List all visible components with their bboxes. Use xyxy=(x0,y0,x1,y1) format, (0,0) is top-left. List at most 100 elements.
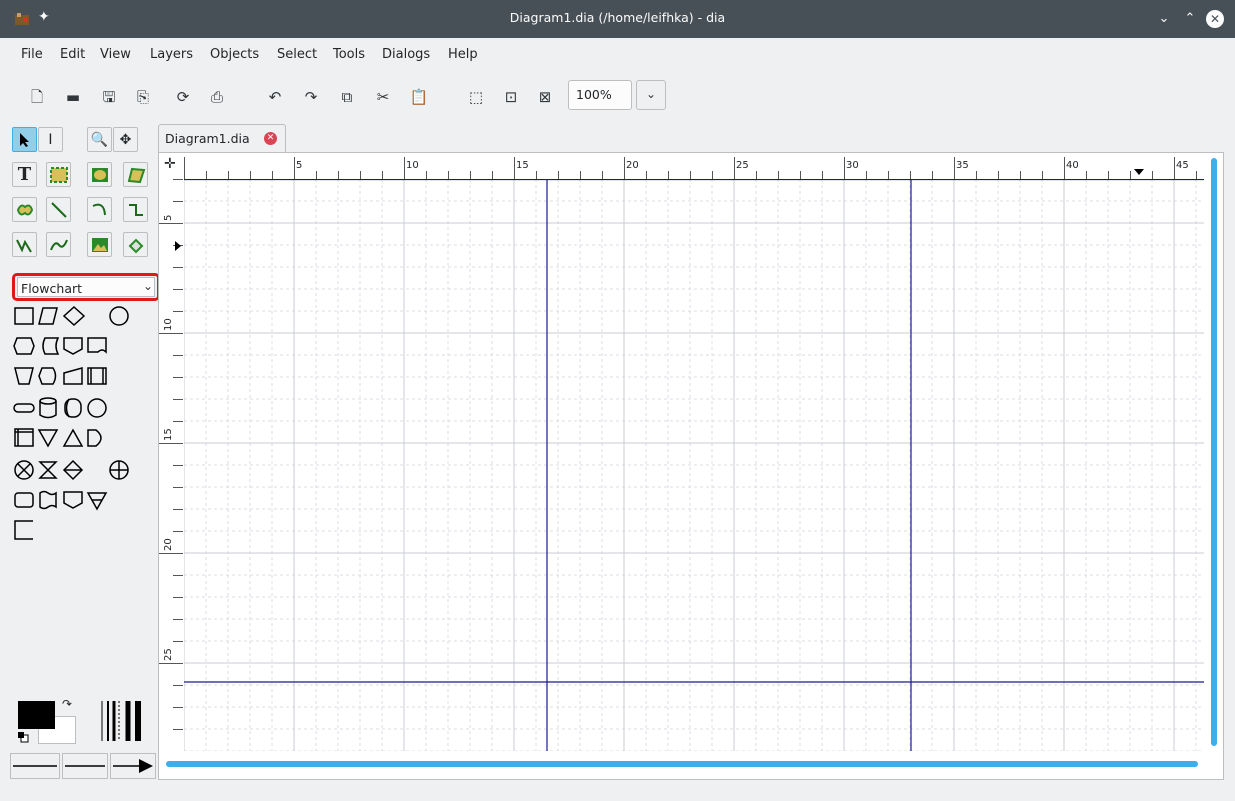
maximize-icon[interactable]: ⌃ xyxy=(1180,9,1200,29)
zoom-input[interactable]: 100% xyxy=(568,80,632,110)
box-tool-button[interactable] xyxy=(46,162,71,187)
flowchart-collate-icon[interactable] xyxy=(38,461,58,479)
save-icon[interactable]: 🖫 xyxy=(98,86,120,108)
flowchart-connector-icon[interactable] xyxy=(87,398,107,418)
move-icon: ✥ xyxy=(119,131,132,148)
close-tab-icon[interactable]: ✕ xyxy=(264,132,277,145)
flowchart-decision-icon[interactable] xyxy=(62,305,86,327)
flowchart-display-icon[interactable] xyxy=(38,367,57,385)
line-tool-button[interactable] xyxy=(46,197,71,222)
flowchart-sort-icon[interactable] xyxy=(62,459,84,481)
text-cursor-icon: I xyxy=(48,131,53,148)
foreground-color-swatch[interactable] xyxy=(18,701,55,729)
close-icon[interactable]: ✕ xyxy=(1206,10,1224,28)
text-tool-button[interactable]: T xyxy=(12,162,37,187)
flowchart-annotation-icon[interactable] xyxy=(14,520,33,540)
horizontal-scrollbar[interactable] xyxy=(166,761,1198,767)
text-edit-tool-button[interactable]: I xyxy=(38,127,63,152)
flowchart-internal-storage-icon[interactable] xyxy=(14,428,34,447)
menu-tools[interactable]: Tools xyxy=(333,47,365,62)
zoom-dropdown-button[interactable]: ⌄ xyxy=(636,80,666,110)
zoom-fit-icon[interactable]: ⬚ xyxy=(465,86,487,108)
ruler-label: 40 xyxy=(1066,160,1079,171)
flowchart-process-icon[interactable] xyxy=(14,307,34,325)
beziergon-tool-button[interactable] xyxy=(12,197,37,222)
menu-help[interactable]: Help xyxy=(448,47,478,62)
copy-icon[interactable]: ⧉ xyxy=(336,86,358,108)
flowchart-terminator-icon[interactable] xyxy=(13,403,35,413)
flowchart-extract-icon[interactable] xyxy=(62,428,84,447)
arc-icon xyxy=(92,203,106,215)
zigzag-tool-button[interactable] xyxy=(123,197,148,222)
new-icon[interactable]: 🗋 xyxy=(26,86,48,108)
redo-icon[interactable]: ↷ xyxy=(300,86,322,108)
flowchart-document-icon[interactable] xyxy=(87,337,107,354)
flowchart-card-icon[interactable] xyxy=(14,492,34,508)
polyline-tool-button[interactable] xyxy=(12,232,37,257)
minimize-icon[interactable]: ⌄ xyxy=(1154,9,1174,29)
flowchart-direct-access-icon[interactable] xyxy=(64,398,82,418)
line-style-selector[interactable] xyxy=(62,753,108,779)
undo-icon[interactable]: ↶ xyxy=(264,86,286,108)
menu-view[interactable]: View xyxy=(100,47,131,62)
zoom-best-icon[interactable]: ⊡ xyxy=(500,86,522,108)
reload-icon[interactable]: ⟳ xyxy=(172,86,194,108)
zoom-selection-icon[interactable]: ⊠ xyxy=(534,86,556,108)
flowchart-offpage-icon[interactable] xyxy=(63,337,83,355)
scroll-tool-button[interactable]: ✥ xyxy=(113,127,138,152)
menu-layers[interactable]: Layers xyxy=(150,47,193,62)
arc-tool-button[interactable] xyxy=(87,197,112,222)
line-style-icon xyxy=(65,765,105,767)
menu-edit[interactable]: Edit xyxy=(60,47,85,62)
beziergon-icon xyxy=(16,204,33,215)
flowchart-merge-icon[interactable] xyxy=(37,429,59,448)
ruler-origin-icon[interactable]: ✛ xyxy=(164,156,176,172)
reset-colors-icon[interactable] xyxy=(17,731,29,743)
image-tool-button[interactable] xyxy=(87,232,112,257)
flowchart-or-icon[interactable] xyxy=(109,460,129,480)
flowchart-offline-storage-icon[interactable] xyxy=(86,492,108,511)
save-as-icon[interactable]: ⎘ xyxy=(132,86,154,108)
line-width-selector[interactable] xyxy=(98,697,146,745)
flowchart-preparation-icon[interactable] xyxy=(13,337,35,355)
ellipse-tool-button[interactable] xyxy=(87,162,112,187)
bezierline-icon xyxy=(49,239,68,250)
magnify-tool-button[interactable]: 🔍 xyxy=(87,127,112,152)
status-bar xyxy=(0,781,1235,801)
flowchart-terminal-icon[interactable] xyxy=(109,306,129,326)
flowchart-delay-icon[interactable] xyxy=(87,429,102,447)
paste-icon[interactable]: 📋 xyxy=(408,86,430,108)
diagram-canvas[interactable] xyxy=(184,179,1204,751)
end-arrow-selector[interactable] xyxy=(110,753,156,779)
menu-select[interactable]: Select xyxy=(277,47,317,62)
sheet-selector[interactable]: Flowchart ⌄ xyxy=(12,273,160,301)
start-arrow-selector[interactable] xyxy=(10,753,60,779)
swap-colors-icon[interactable]: ↷ xyxy=(62,697,72,711)
menu-objects[interactable]: Objects xyxy=(210,47,259,62)
outline-tool-button[interactable] xyxy=(123,232,148,257)
vertical-scrollbar[interactable] xyxy=(1211,158,1217,746)
cut-icon[interactable]: ✂ xyxy=(372,86,394,108)
flowchart-summing-junction-icon[interactable] xyxy=(14,460,34,480)
flowchart-data-icon[interactable] xyxy=(38,307,58,325)
ruler-label: 20 xyxy=(163,538,174,551)
bezierline-tool-button[interactable] xyxy=(46,232,71,257)
polygon-tool-button[interactable] xyxy=(123,162,148,187)
flowchart-manual-operation-icon[interactable] xyxy=(14,367,34,385)
ruler-label: 35 xyxy=(956,160,969,171)
flowchart-magnetic-disk-icon[interactable] xyxy=(39,397,57,419)
modify-tool-button[interactable] xyxy=(12,127,37,152)
flowchart-manual-input-icon[interactable] xyxy=(63,367,83,385)
flowchart-online-storage-icon[interactable] xyxy=(63,491,83,509)
tab-diagram1[interactable]: Diagram1.dia ✕ xyxy=(158,124,286,152)
print-icon[interactable]: ⎙ xyxy=(206,86,228,108)
flowchart-predefined-process-icon[interactable] xyxy=(87,367,107,385)
line-start-icon xyxy=(13,765,57,767)
menu-file[interactable]: File xyxy=(21,47,43,62)
flowchart-stored-data-icon[interactable] xyxy=(42,337,60,355)
title-bar: ✦ Diagram1.dia (/home/leifhka) - dia ⌄ ⌃… xyxy=(0,0,1235,38)
chevron-down-icon: ⌄ xyxy=(142,279,153,293)
open-icon[interactable]: ▬ xyxy=(62,86,84,108)
menu-dialogs[interactable]: Dialogs xyxy=(382,47,430,62)
flowchart-punched-tape-icon[interactable] xyxy=(39,490,57,510)
